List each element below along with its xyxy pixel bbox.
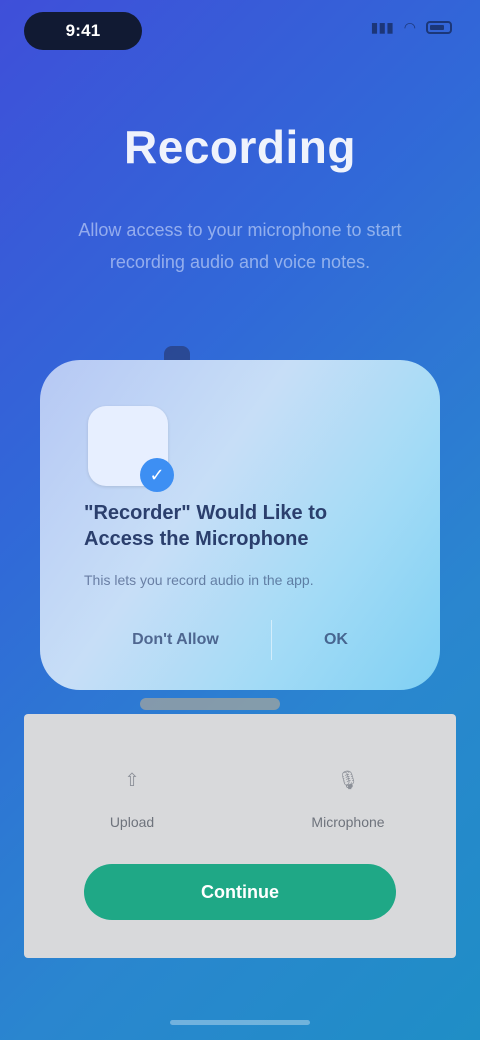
check-badge-icon: ✓	[140, 458, 174, 492]
sheet-options: ⇧ Upload 🎙 Microphone	[24, 770, 456, 830]
microphone-option-label: Microphone	[311, 814, 385, 830]
upload-option[interactable]: ⇧ Upload	[52, 770, 212, 830]
page-subtitle: Allow access to your microphone to start…	[78, 220, 402, 272]
home-indicator	[170, 1020, 310, 1025]
bottom-sheet: ⇧ Upload 🎙 Microphone Continue	[24, 714, 456, 958]
permission-actions: Don't Allow OK	[80, 620, 400, 660]
sheet-handle[interactable]	[140, 698, 280, 710]
page-title: Recording	[124, 121, 356, 173]
signal-icon: ▮▮▮	[370, 19, 394, 35]
arrow-up-icon: ⇧	[124, 770, 140, 790]
app-icon: ✓	[88, 406, 174, 492]
permission-question: "Recorder" Would Like to Access the Micr…	[84, 502, 328, 550]
microphone-option[interactable]: 🎙 Microphone	[268, 770, 428, 830]
upload-option-label: Upload	[109, 814, 155, 830]
status-time: 9:41	[24, 12, 142, 50]
microphone-icon: 🎙	[336, 770, 360, 790]
battery-icon	[426, 20, 452, 34]
continue-button[interactable]: Continue	[84, 864, 396, 920]
status-icons: ▮▮▮ ◠	[371, 20, 452, 34]
ok-button[interactable]: OK	[272, 620, 400, 660]
permission-description: This lets you record audio in the app.	[84, 572, 314, 588]
dont-allow-button[interactable]: Don't Allow	[80, 620, 271, 660]
permission-prompt-card: ✓ "Recorder" Would Like to Access the Mi…	[40, 360, 440, 690]
status-bar: 9:41 ▮▮▮ ◠	[0, 0, 480, 64]
recording-permission-screen: 9:41 ▮▮▮ ◠ Recording Allow access to you…	[0, 0, 480, 1040]
wifi-icon: ◠	[403, 19, 416, 35]
